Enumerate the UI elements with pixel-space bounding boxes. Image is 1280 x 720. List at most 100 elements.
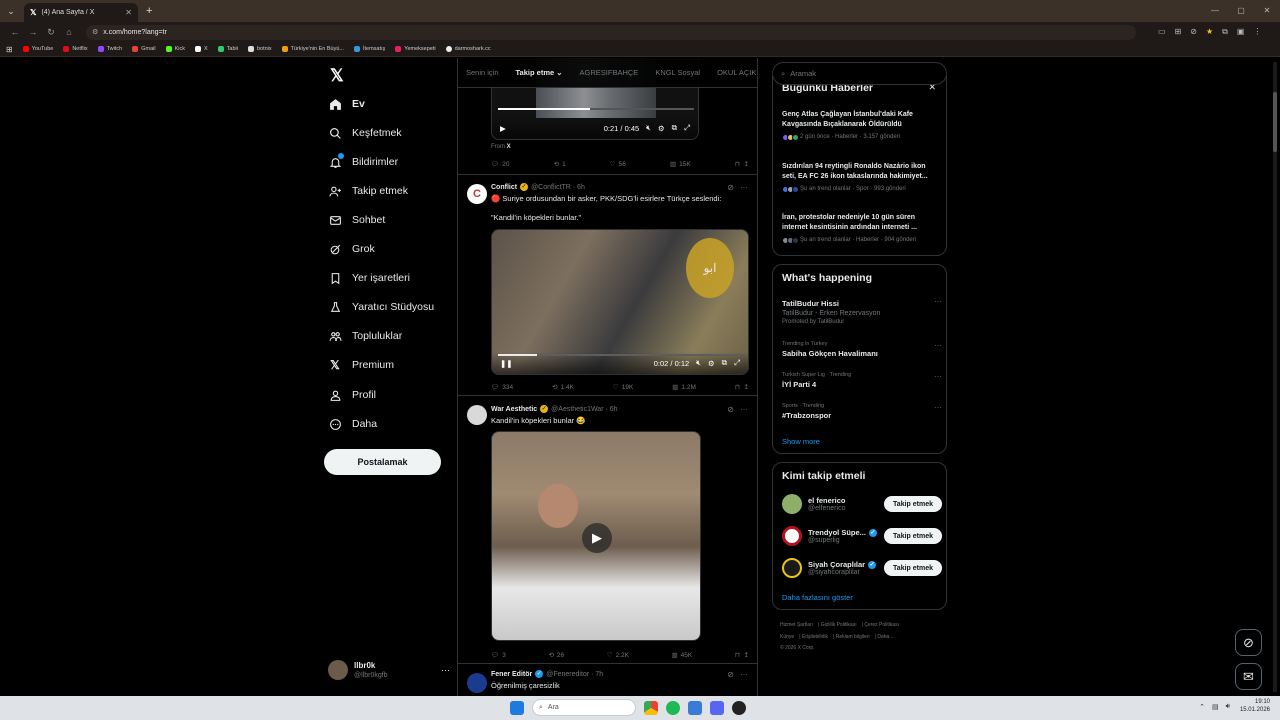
- repost-button[interactable]: ⟲ 1: [554, 160, 566, 169]
- nav-chat[interactable]: Sohbet: [328, 210, 385, 230]
- footer-link[interactable]: Reklam bilgileri: [836, 634, 870, 640]
- reply-button[interactable]: 💬︎ 20: [491, 160, 510, 169]
- bookmark-youtube[interactable]: YouTube: [22, 46, 53, 52]
- play-icon[interactable]: ▶: [582, 523, 612, 553]
- like-button[interactable]: ♡ 19K: [613, 383, 633, 392]
- avatar[interactable]: C: [467, 184, 487, 204]
- close-tab-icon[interactable]: ✕: [125, 8, 132, 17]
- like-button[interactable]: ♡ 2.2K: [607, 651, 629, 660]
- tab-following[interactable]: Takip etme ⌄: [516, 68, 563, 77]
- more-dots-icon[interactable]: ···: [934, 372, 942, 381]
- bookmark-icon[interactable]: ⊓ ↥: [735, 383, 749, 391]
- video-progress[interactable]: [498, 108, 694, 110]
- tab-for-you[interactable]: Senin için: [466, 68, 499, 77]
- nav-creator-studio[interactable]: Yaratıcı Stüdyosu: [328, 297, 434, 317]
- pip-icon[interactable]: ⧉: [722, 358, 727, 368]
- footer-link[interactable]: Daha ...: [877, 634, 895, 640]
- trend-item[interactable]: Turkish Super Lig · Trending İYİ Parti 4…: [782, 372, 942, 389]
- more-dots-icon[interactable]: ···: [934, 403, 942, 412]
- repost-button[interactable]: ⟲ 26: [548, 651, 564, 660]
- search-input[interactable]: ⌕ Aramak: [772, 62, 947, 85]
- show-more-follow-link[interactable]: Daha fazlasını göster: [782, 593, 853, 602]
- translate-icon[interactable]: ⊞: [1175, 27, 1182, 37]
- clock[interactable]: 19:10 15.01.2026: [1240, 698, 1270, 715]
- settings-icon[interactable]: ⚙: [708, 359, 715, 368]
- fullscreen-icon[interactable]: ⤢: [684, 123, 690, 133]
- grok-fab-icon[interactable]: ⊘: [1235, 629, 1262, 656]
- tweet-author[interactable]: War Aesthetic: [491, 406, 537, 413]
- messages-fab-icon[interactable]: ✉: [1235, 663, 1262, 690]
- tweet[interactable]: C Conflict ✓ @ConflictTR · 6h ⊘ ··· 🔴 Sur…: [458, 175, 757, 396]
- nav-following[interactable]: Takip etmek: [328, 181, 408, 201]
- menu-icon[interactable]: ⋮: [1253, 27, 1261, 37]
- follow-button[interactable]: Takip etmek: [884, 560, 942, 576]
- chevron-up-icon[interactable]: ⌃: [1199, 703, 1205, 711]
- follow-suggestion[interactable]: Trendyol Süpe... ✓ @superlig Takip etmek: [782, 523, 942, 549]
- from-source[interactable]: X: [507, 144, 511, 150]
- grok-icon[interactable]: ⊘: [727, 405, 734, 414]
- bookmark-yemeksepeti[interactable]: Yemeksepeti: [395, 46, 436, 52]
- bookmark-x[interactable]: X: [194, 46, 208, 52]
- follow-suggestion[interactable]: el fenerico @elfenerico Takip etmek: [782, 491, 942, 517]
- trend-item[interactable]: Trending in Turkey Sabiha Gökçen Havalim…: [782, 341, 942, 358]
- tweet-author[interactable]: Fener Editör: [491, 671, 532, 678]
- discord-icon[interactable]: [710, 700, 724, 715]
- trend-item[interactable]: Sports · Trending #Trabzonspor ···: [782, 403, 942, 420]
- pip-icon[interactable]: ⧉: [672, 123, 677, 133]
- like-button[interactable]: ♡ 56: [610, 160, 626, 169]
- reply-button[interactable]: 💬︎ 334: [491, 383, 513, 392]
- post-button[interactable]: Postalamak: [324, 449, 441, 475]
- nav-communities[interactable]: Topluluklar: [328, 326, 402, 346]
- tab-okul[interactable]: OKUL AÇIK: [717, 68, 756, 77]
- tab-list-chevron-icon[interactable]: ⌄: [0, 0, 22, 22]
- video-player[interactable]: ▶: [491, 431, 701, 641]
- nav-profile[interactable]: Profil: [328, 385, 376, 405]
- volume-icon[interactable]: 🔊︎: [1226, 703, 1230, 711]
- bookmark-icon[interactable]: ⊓ ↥: [735, 160, 749, 168]
- profile-icon[interactable]: ▣: [1237, 27, 1245, 37]
- spotify-icon[interactable]: [666, 700, 680, 715]
- tweet-handle[interactable]: @ConflictTR · 6h: [531, 184, 585, 191]
- mute-icon[interactable]: 🔇︎: [696, 358, 701, 368]
- video-player[interactable]: ﺍﺑﻮ ❚❚ 0:02 / 0:12 🔇︎ ⚙ ⧉ ⤢: [491, 229, 749, 375]
- browser-tab[interactable]: 𝕏 (4) Ana Sayfa / X ✕: [24, 3, 138, 22]
- nav-explore[interactable]: Keşfetmek: [328, 123, 402, 143]
- news-item[interactable]: Sızdırılan 94 reytingli Ronaldo Nazário …: [782, 162, 940, 193]
- tweet-author[interactable]: Conflict: [491, 184, 517, 191]
- more-dots-icon[interactable]: ···: [740, 670, 748, 679]
- tweet-handle[interactable]: @Aesthetic1War · 6h: [551, 406, 617, 413]
- fullscreen-icon[interactable]: ⤢: [734, 358, 740, 368]
- chrome-icon[interactable]: [644, 700, 658, 715]
- network-icon[interactable]: ▤: [1212, 703, 1219, 711]
- play-icon[interactable]: ▶: [500, 124, 506, 133]
- account-switcher[interactable]: llbr0k @llbr0kgfb ···: [328, 660, 450, 680]
- nav-grok[interactable]: Grok: [328, 239, 375, 259]
- news-item[interactable]: İran, protestolar nedeniyle 10 gün süren…: [782, 213, 940, 244]
- scrollbar[interactable]: [1273, 62, 1277, 692]
- follow-suggestion[interactable]: Siyah Çoraplılar ✓ @siyahcoraplilar Takip …: [782, 555, 942, 581]
- more-dots-icon[interactable]: ···: [934, 297, 942, 306]
- footer-link[interactable]: Gizlilik Politikası: [821, 622, 857, 628]
- maximize-icon[interactable]: ▢: [1228, 0, 1254, 22]
- pause-icon[interactable]: ❚❚: [500, 359, 513, 368]
- windows-start-icon[interactable]: [510, 700, 524, 715]
- bookmark-botnix[interactable]: botnix: [247, 46, 272, 52]
- app-icon[interactable]: [732, 700, 746, 715]
- follow-button[interactable]: Takip etmek: [884, 496, 942, 512]
- back-icon[interactable]: ←: [6, 27, 24, 37]
- views-button[interactable]: ▥ 15K: [670, 160, 691, 169]
- bookmark-netflix[interactable]: Netflix: [63, 46, 88, 52]
- forward-icon[interactable]: →: [24, 27, 42, 37]
- follow-button[interactable]: Takip etmek: [884, 528, 942, 544]
- x-logo-icon[interactable]: 𝕏: [330, 66, 344, 86]
- avatar[interactable]: [467, 405, 487, 425]
- tweet-handle[interactable]: @Fenereditor · 7h: [546, 671, 603, 678]
- avatar[interactable]: [467, 673, 487, 693]
- app-icon[interactable]: [688, 700, 702, 715]
- mute-icon[interactable]: 🔇︎: [646, 123, 651, 133]
- tweet[interactable]: Fener Editör ✓ @Fenereditor · 7h ⊘ ··· Öğ…: [458, 664, 757, 696]
- apps-grid-icon[interactable]: ⊞: [6, 45, 13, 54]
- bookmark-star-icon[interactable]: ★: [1206, 27, 1213, 37]
- nav-home[interactable]: Ev: [328, 94, 365, 114]
- news-item[interactable]: Genç Atlas Çağlayan İstanbul'daki Kafe K…: [782, 110, 940, 141]
